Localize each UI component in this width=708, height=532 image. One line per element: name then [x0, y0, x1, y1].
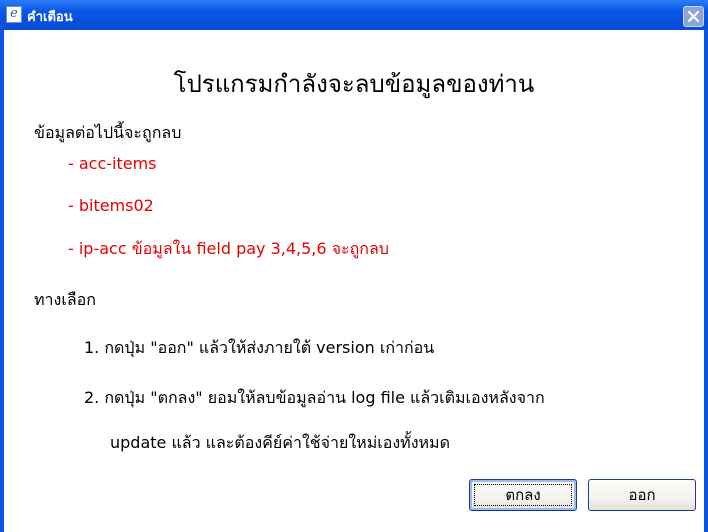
window-title: คำเตือน [27, 10, 73, 25]
dialog-window: e คำเตือน โปรแกรมกำลังจะลบข้อมูลของท่าน … [0, 0, 708, 532]
close-button[interactable] [683, 6, 704, 27]
title-bar[interactable]: e คำเตือน [0, 0, 708, 30]
deleted-item: - acc-items [68, 154, 157, 173]
option-2-continued: update แล้ว และต้องคีย์ค่าใช้จ่ายใหม่เอง… [110, 433, 450, 452]
option-1: 1. กดปุ่ม "ออก" แล้วให้ส่งภายใต้ version… [84, 338, 435, 357]
options-label: ทางเลือก [34, 290, 96, 309]
dialog-heading: โปรแกรมกำลังจะลบข้อมูลของท่าน [173, 70, 535, 98]
exit-button[interactable]: ออก [588, 479, 696, 511]
exit-button-label: ออก [628, 486, 656, 504]
close-icon [687, 10, 700, 23]
focus-ring [474, 484, 572, 506]
deleted-item: - ip-acc ข้อมูลใน field pay 3,4,5,6 จะถู… [68, 239, 389, 258]
intro-text: ข้อมูลต่อไปนี้จะถูกลบ [34, 123, 182, 142]
ok-button[interactable]: ตกลง [469, 479, 577, 511]
option-2: 2. กดปุ่ม "ตกลง" ยอมให้ลบข้อมูลอ่าน log … [84, 388, 545, 407]
document-e-icon: e [6, 6, 22, 23]
deleted-item: - bitems02 [68, 196, 154, 215]
dialog-body: โปรแกรมกำลังจะลบข้อมูลของท่าน ข้อมูลต่อไ… [4, 30, 704, 532]
